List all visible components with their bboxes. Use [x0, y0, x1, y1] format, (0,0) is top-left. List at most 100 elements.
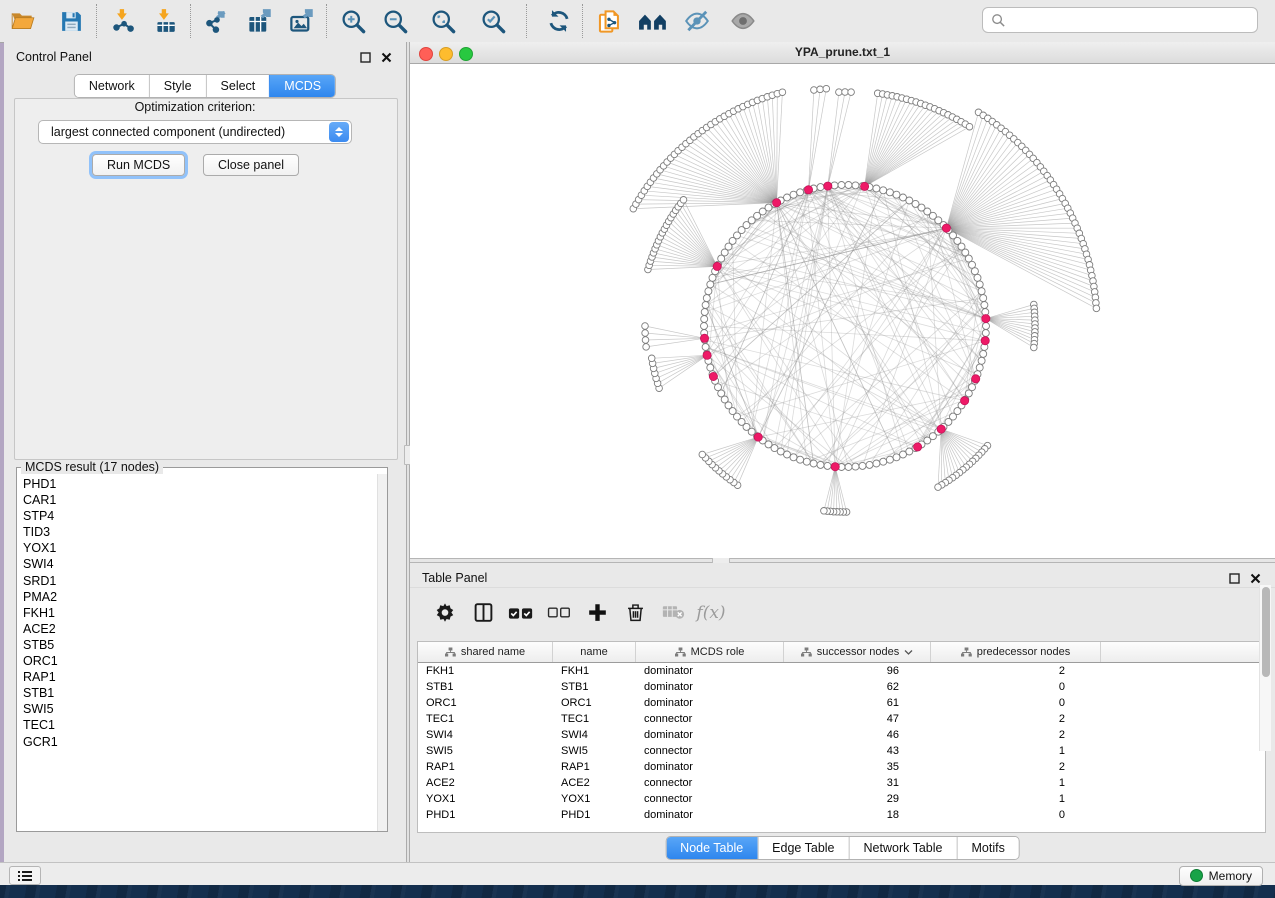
mcds-result-item[interactable]: PMA2: [23, 589, 375, 605]
tab-network-table[interactable]: Network Table: [849, 837, 957, 859]
network-window-titlebar[interactable]: YPA_prune.txt_1: [410, 42, 1275, 64]
tab-style[interactable]: Style: [149, 75, 206, 97]
mcds-result-item[interactable]: SWI4: [23, 556, 375, 572]
tab-select[interactable]: Select: [206, 75, 270, 97]
table-row[interactable]: STB1STB1dominator620: [418, 679, 1265, 695]
table-cell: dominator: [636, 665, 784, 677]
hide-selected-icon[interactable]: [680, 4, 714, 38]
duplicate-network-icon[interactable]: [592, 4, 626, 38]
table-scrollbar[interactable]: [1259, 585, 1271, 751]
export-network-icon[interactable]: [200, 4, 234, 38]
mcds-result-item[interactable]: STB1: [23, 685, 375, 701]
table-row[interactable]: SWI4SWI4dominator462: [418, 727, 1265, 743]
table-cell: 96: [784, 665, 915, 677]
mcds-result-item[interactable]: TEC1: [23, 717, 375, 733]
mcds-result-item[interactable]: ACE2: [23, 621, 375, 637]
select-all-icon[interactable]: [502, 596, 540, 630]
save-session-icon[interactable]: [54, 4, 88, 38]
network-graph[interactable]: [410, 64, 1275, 558]
zoom-selected-icon[interactable]: [476, 4, 510, 38]
optimization-criterion-select[interactable]: largest connected component (undirected): [38, 120, 352, 144]
table-cell: RAP1: [418, 761, 553, 773]
zoom-in-icon[interactable]: [336, 4, 370, 38]
table-cell: STB1: [418, 681, 553, 693]
memory-button[interactable]: Memory: [1179, 866, 1263, 886]
table-row[interactable]: YOX1YOX1connector291: [418, 791, 1265, 807]
delete-table-icon: [654, 596, 692, 630]
mcds-result-item[interactable]: SRD1: [23, 573, 375, 589]
mcds-result-item[interactable]: PHD1: [23, 476, 375, 492]
table-row[interactable]: SWI5SWI5connector431: [418, 743, 1265, 759]
tab-mcds[interactable]: MCDS: [269, 75, 335, 97]
tab-motifs[interactable]: Motifs: [956, 837, 1018, 859]
table-cell: ORC1: [418, 697, 553, 709]
table-scrollbar-thumb[interactable]: [1262, 587, 1270, 677]
mcds-result-item[interactable]: SWI5: [23, 701, 375, 717]
table-cell: 31: [784, 777, 915, 789]
table-row[interactable]: TEC1TEC1connector472: [418, 711, 1265, 727]
network-window-title: YPA_prune.txt_1: [410, 45, 1275, 59]
first-neighbors-icon[interactable]: [636, 4, 670, 38]
close-panel-icon[interactable]: [378, 49, 394, 65]
float-panel-icon[interactable]: [357, 49, 373, 65]
refresh-layout-icon[interactable]: [542, 4, 576, 38]
tab-network[interactable]: Network: [75, 75, 149, 97]
column-header-predecessor-nodes[interactable]: predecessor nodes: [931, 642, 1101, 662]
column-header-name[interactable]: name: [553, 642, 636, 662]
import-table-icon[interactable]: [148, 4, 182, 38]
column-label: shared name: [461, 646, 525, 658]
show-columns-icon[interactable]: [464, 596, 502, 630]
add-column-icon[interactable]: [578, 596, 616, 630]
mcds-result-scrollbar[interactable]: [377, 474, 387, 831]
show-all-icon[interactable]: [726, 4, 760, 38]
list-icon: [18, 870, 32, 882]
table-cell: connector: [636, 793, 784, 805]
table-row[interactable]: ORC1ORC1dominator610: [418, 695, 1265, 711]
export-image-icon[interactable]: [284, 4, 318, 38]
namespace-icon: [961, 647, 972, 657]
mcds-result-item[interactable]: CAR1: [23, 492, 375, 508]
network-view[interactable]: [410, 64, 1275, 558]
mcds-result-item[interactable]: STB5: [23, 637, 375, 653]
mcds-result-item[interactable]: STP4: [23, 508, 375, 524]
mcds-result-item[interactable]: TID3: [23, 524, 375, 540]
search-box[interactable]: [982, 7, 1258, 33]
table-cell: 35: [784, 761, 915, 773]
status-bar: Memory: [0, 862, 1275, 885]
clear-selection-icon[interactable]: [540, 596, 578, 630]
search-input[interactable]: [1006, 12, 1249, 28]
close-panel-icon[interactable]: [1247, 570, 1263, 586]
table-cell: FKH1: [553, 665, 636, 677]
open-session-icon[interactable]: [6, 4, 40, 38]
optimization-criterion-value: largest connected component (undirected): [39, 125, 329, 139]
settings-icon[interactable]: [426, 596, 464, 630]
node-table[interactable]: shared name nameMCDS rolesuccessor nodesp…: [417, 641, 1266, 833]
table-row[interactable]: FKH1FKH1dominator962: [418, 663, 1265, 679]
mcds-result-item[interactable]: FKH1: [23, 605, 375, 621]
float-panel-icon[interactable]: [1226, 570, 1242, 586]
mcds-result-list[interactable]: PHD1CAR1STP4TID3YOX1SWI4SRD1PMA2FKH1ACE2…: [23, 476, 375, 827]
table-row[interactable]: PHD1PHD1dominator180: [418, 807, 1265, 823]
column-header-successor-nodes[interactable]: successor nodes: [784, 642, 931, 662]
mcds-result-item[interactable]: ORC1: [23, 653, 375, 669]
table-cell: connector: [636, 713, 784, 725]
tab-node-table[interactable]: Node Table: [666, 837, 757, 859]
mcds-result-item[interactable]: GCR1: [23, 734, 375, 750]
table-row[interactable]: ACE2ACE2connector311: [418, 775, 1265, 791]
import-network-icon[interactable]: [106, 4, 140, 38]
delete-columns-icon[interactable]: [616, 596, 654, 630]
table-row[interactable]: RAP1RAP1dominator352: [418, 759, 1265, 775]
mcds-result-item[interactable]: YOX1: [23, 540, 375, 556]
memory-label: Memory: [1209, 869, 1252, 883]
column-header-shared-name[interactable]: shared name: [418, 642, 553, 662]
table-header-row: shared name nameMCDS rolesuccessor nodesp…: [418, 642, 1265, 663]
tab-edge-table[interactable]: Edge Table: [757, 837, 848, 859]
zoom-fit-icon[interactable]: [426, 4, 460, 38]
mcds-result-item[interactable]: RAP1: [23, 669, 375, 685]
column-header-MCDS-role[interactable]: MCDS role: [636, 642, 784, 662]
run-mcds-button[interactable]: Run MCDS: [92, 154, 185, 176]
close-panel-button[interactable]: Close panel: [203, 154, 299, 176]
export-table-icon[interactable]: [242, 4, 276, 38]
task-history-button[interactable]: [9, 866, 41, 885]
zoom-out-icon[interactable]: [378, 4, 412, 38]
